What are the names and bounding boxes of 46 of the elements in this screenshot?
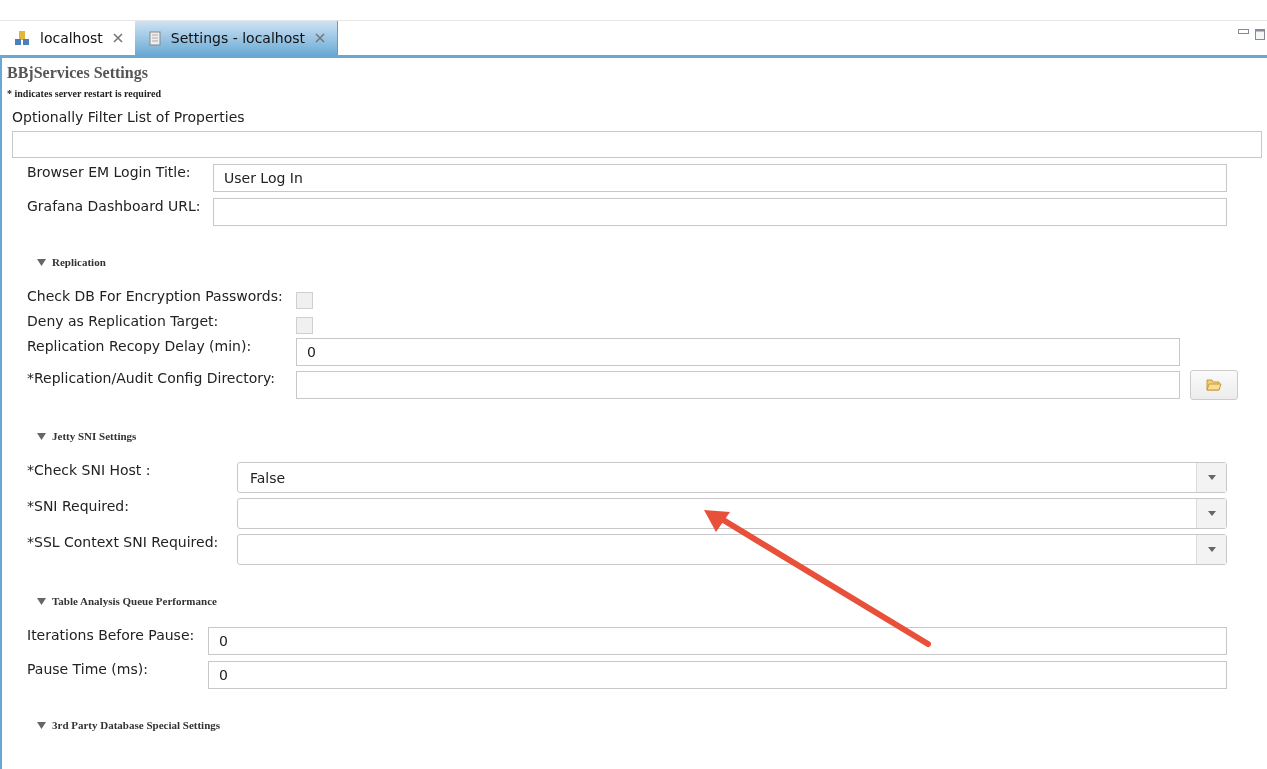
text-field[interactable]: 0: [208, 627, 1227, 655]
field-label: *Check SNI Host :: [27, 462, 152, 478]
folder-icon: [1206, 379, 1222, 391]
collapse-triangle-icon[interactable]: [37, 597, 46, 605]
filter-label: Optionally Filter List of Properties: [12, 109, 246, 125]
field-label: Check DB For Encryption Passwords:: [27, 288, 284, 304]
close-icon[interactable]: [315, 33, 326, 43]
checkbox[interactable]: [296, 317, 313, 334]
field-label: Grafana Dashboard URL:: [27, 198, 202, 214]
field-label: Deny as Replication Target:: [27, 313, 220, 329]
field-label: Iterations Before Pause:: [27, 627, 196, 643]
browse-button[interactable]: [1190, 370, 1238, 400]
text-field[interactable]: User Log In: [213, 164, 1227, 192]
tab[interactable]: Settings - localhost: [134, 21, 339, 55]
field-label: *SSL Context SNI Required:: [27, 534, 220, 550]
field-label: Browser EM Login Title:: [27, 164, 192, 180]
checkbox[interactable]: [296, 292, 313, 309]
section-header[interactable]: 3rd Party Database Special Settings: [52, 719, 221, 731]
field-label: Pause Time (ms):: [27, 661, 149, 677]
close-icon[interactable]: [112, 33, 123, 43]
maximize-icon[interactable]: [1255, 29, 1265, 40]
dropdown[interactable]: [237, 534, 1227, 565]
collapse-triangle-icon[interactable]: [37, 432, 46, 440]
server-icon: [14, 30, 30, 46]
caret-icon: [1207, 511, 1216, 516]
page-title: BBjServices Settings: [7, 64, 149, 82]
collapse-triangle-icon[interactable]: [37, 258, 46, 266]
filter-field[interactable]: [12, 131, 1262, 158]
section-header[interactable]: Jetty SNI Settings: [52, 430, 137, 442]
field-label: *SNI Required:: [27, 498, 130, 514]
collapse-triangle-icon[interactable]: [37, 721, 46, 729]
dropdown[interactable]: [237, 498, 1227, 529]
field-label: Replication Recopy Delay (min):: [27, 338, 253, 354]
caret-icon: [1207, 547, 1216, 552]
field-label: *Replication/Audit Config Directory:: [27, 370, 276, 386]
restart-note: * indicates server restart is required: [7, 88, 162, 99]
minimize-icon[interactable]: [1238, 29, 1249, 34]
page-icon: [148, 30, 161, 46]
section-header[interactable]: Replication: [52, 256, 106, 268]
text-field[interactable]: 0: [208, 661, 1227, 689]
dropdown[interactable]: False: [237, 462, 1227, 493]
text-field[interactable]: 0: [296, 338, 1180, 366]
section-header[interactable]: Table Analysis Queue Performance: [52, 595, 217, 607]
text-field[interactable]: [296, 371, 1180, 399]
caret-icon: [1207, 475, 1216, 480]
text-field[interactable]: [213, 198, 1227, 226]
